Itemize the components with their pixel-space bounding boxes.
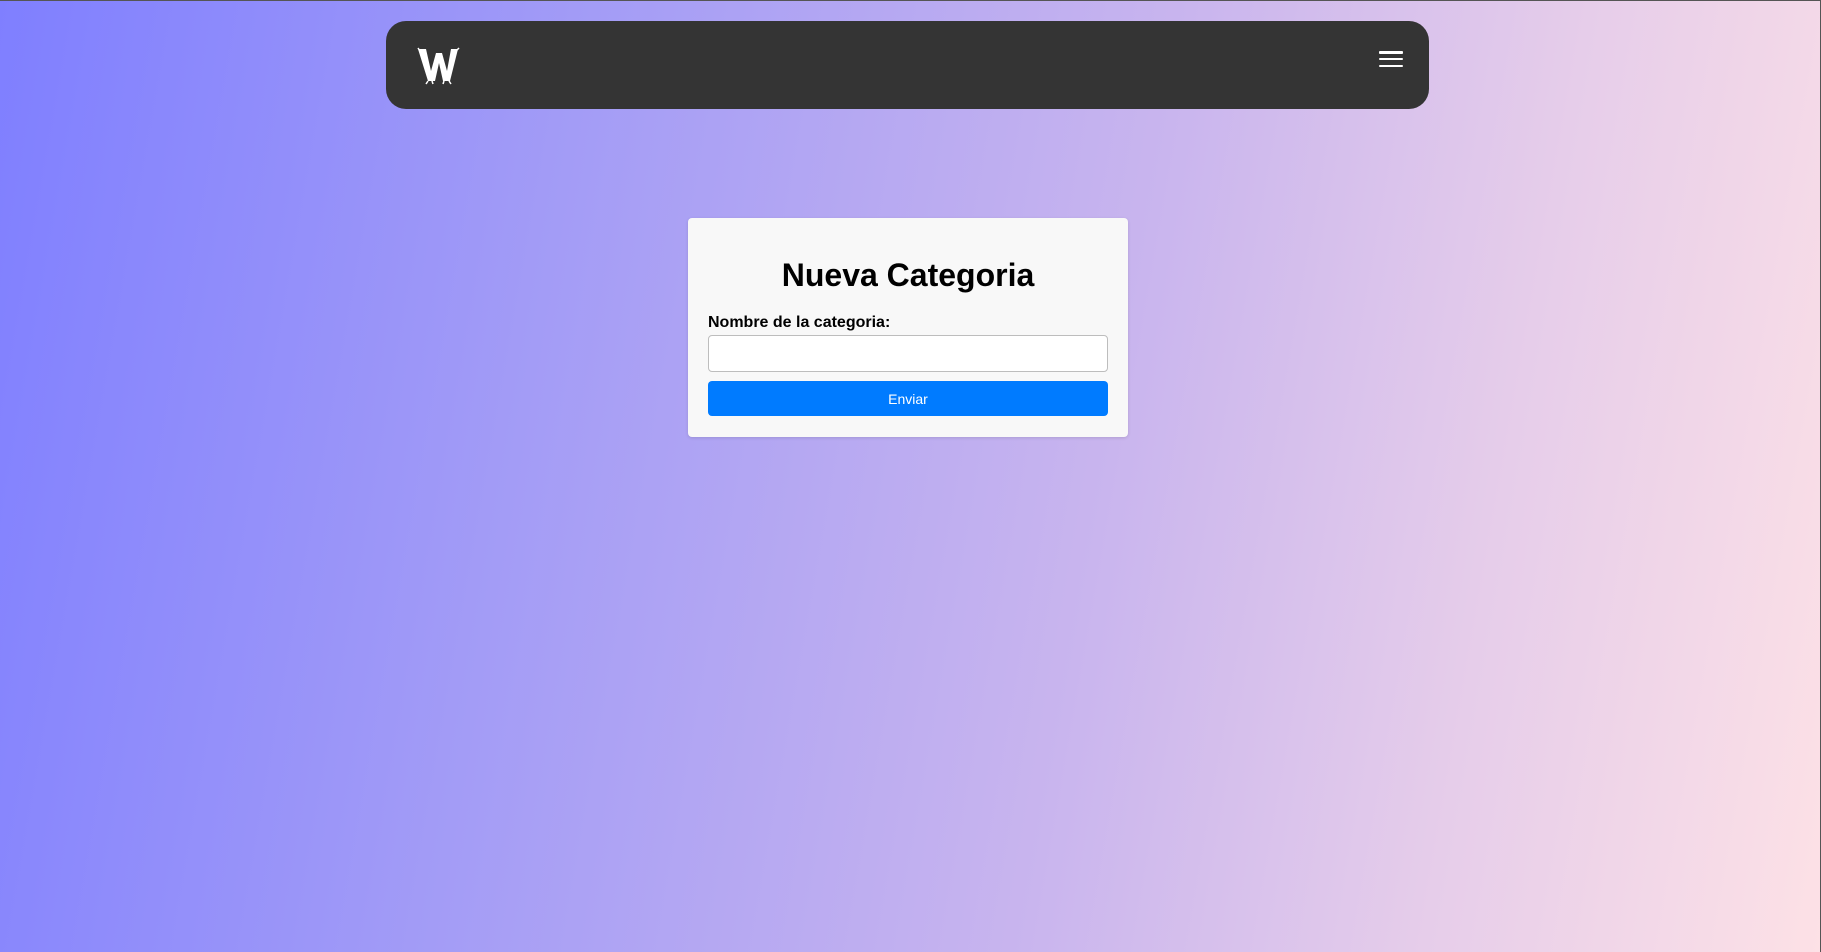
hamburger-menu-icon-bar <box>1379 57 1403 61</box>
category-name-input[interactable] <box>708 335 1108 372</box>
new-category-form: Nueva Categoria Nombre de la categoria: … <box>688 218 1128 437</box>
form-title: Nueva Categoria <box>781 257 1035 293</box>
category-name-label: Nombre de la categoria: <box>708 314 891 331</box>
submit-button[interactable]: Enviar <box>708 381 1108 416</box>
hamburger-menu-icon-bar <box>1379 51 1403 54</box>
top-navbar <box>386 21 1429 109</box>
hamburger-menu-button[interactable] <box>1379 48 1403 70</box>
w-logo-icon <box>417 47 460 85</box>
hamburger-menu-icon-bar <box>1379 64 1403 67</box>
site-logo[interactable] <box>416 43 460 87</box>
